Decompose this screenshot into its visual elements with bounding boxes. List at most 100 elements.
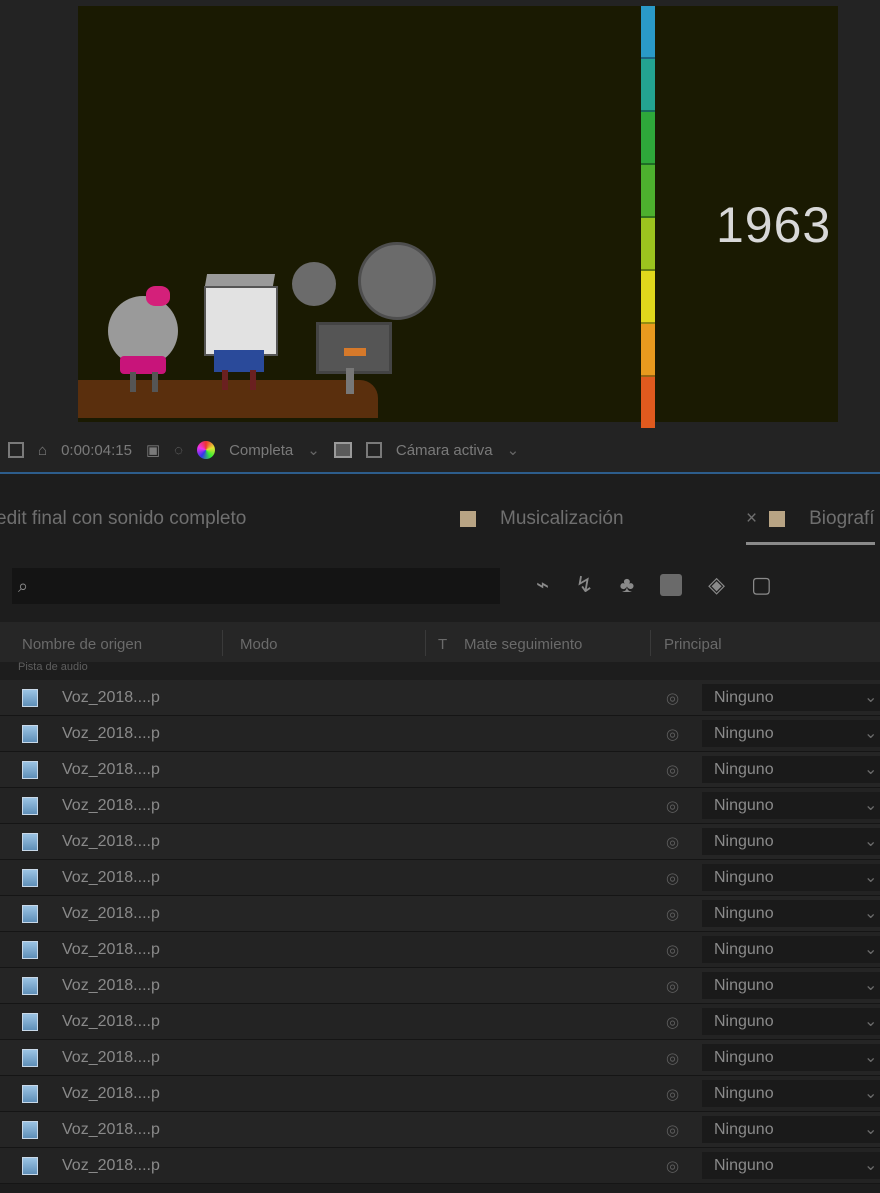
parent-pickwhip-icon[interactable]: ◎	[666, 761, 679, 779]
layer-name[interactable]: Voz_2018....p	[62, 761, 160, 779]
layer-name[interactable]: Voz_2018....p	[62, 869, 160, 887]
layer-row[interactable]: Voz_2018....p ◎ Ninguno ⌄	[0, 896, 880, 932]
column-t[interactable]: T	[438, 636, 447, 653]
active-camera-dropdown[interactable]: Cámara activa	[396, 442, 493, 459]
chevron-down-icon[interactable]: ⌄	[864, 864, 877, 891]
chevron-down-icon[interactable]: ⌄	[507, 441, 520, 459]
parent-pickwhip-icon[interactable]: ◎	[666, 1157, 679, 1175]
tab-edit-final[interactable]: edit final con sonido completo	[0, 508, 246, 530]
mask-icon[interactable]: ⌂	[38, 442, 47, 459]
parent-dropdown[interactable]: Ninguno ⌄	[702, 792, 880, 819]
layer-name[interactable]: Voz_2018....p	[62, 725, 160, 743]
parent-dropdown[interactable]: Ninguno ⌄	[702, 900, 880, 927]
close-icon[interactable]: ×	[746, 508, 757, 530]
draft-3d-icon[interactable]: ↯	[575, 572, 593, 598]
parent-dropdown[interactable]: Ninguno ⌄	[702, 1152, 880, 1179]
parent-pickwhip-icon[interactable]: ◎	[666, 1085, 679, 1103]
layer-row[interactable]: Voz_2018....p ◎ Ninguno ⌄	[0, 1040, 880, 1076]
layer-row[interactable]: Voz_2018....p ◎ Ninguno ⌄	[0, 1004, 880, 1040]
layer-name[interactable]: Voz_2018....p	[62, 1085, 160, 1103]
parent-dropdown[interactable]: Ninguno ⌄	[702, 936, 880, 963]
timecode-display[interactable]: 0:00:04:15	[61, 442, 132, 459]
graph-editor-icon[interactable]: ◈	[708, 572, 725, 598]
layer-name[interactable]: Voz_2018....p	[62, 797, 160, 815]
layer-name[interactable]: Voz_2018....p	[62, 977, 160, 995]
layer-name[interactable]: Voz_2018....p	[62, 1157, 160, 1175]
grid-icon[interactable]	[8, 442, 24, 458]
show-snapshot-icon[interactable]: ◌	[174, 442, 183, 459]
parent-pickwhip-icon[interactable]: ◎	[666, 797, 679, 815]
composition-canvas[interactable]: 1963	[78, 6, 838, 430]
layer-row[interactable]: Voz_2018....p ◎ Ninguno ⌄	[0, 680, 880, 716]
layer-icon[interactable]: ▢	[751, 572, 772, 598]
parent-pickwhip-icon[interactable]: ◎	[666, 725, 679, 743]
parent-pickwhip-icon[interactable]: ◎	[666, 833, 679, 851]
chevron-down-icon[interactable]: ⌄	[864, 756, 877, 783]
motion-blur-icon[interactable]	[660, 574, 683, 596]
layer-name[interactable]: Voz_2018....p	[62, 905, 160, 923]
chevron-down-icon[interactable]: ⌄	[864, 1008, 877, 1035]
chevron-down-icon[interactable]: ⌄	[864, 900, 877, 927]
layer-name[interactable]: Voz_2018....p	[62, 1121, 160, 1139]
parent-dropdown[interactable]: Ninguno ⌄	[702, 972, 880, 999]
layer-row[interactable]: Voz_2018....p ◎ Ninguno ⌄	[0, 824, 880, 860]
layer-row[interactable]: Voz_2018....p ◎ Ninguno ⌄	[0, 1076, 880, 1112]
layer-row[interactable]: Voz_2018....p ◎ Ninguno ⌄	[0, 1148, 880, 1184]
resolution-dropdown[interactable]: Completa	[229, 442, 293, 459]
parent-pickwhip-icon[interactable]: ◎	[666, 1013, 679, 1031]
parent-pickwhip-icon[interactable]: ◎	[666, 977, 679, 995]
parent-pickwhip-icon[interactable]: ◎	[666, 941, 679, 959]
shy-layers-icon[interactable]: ⌁	[536, 572, 549, 598]
parent-pickwhip-icon[interactable]: ◎	[666, 689, 679, 707]
layer-row[interactable]: Voz_2018....p ◎ Ninguno ⌄	[0, 968, 880, 1004]
chevron-down-icon[interactable]: ⌄	[864, 972, 877, 999]
layer-row[interactable]: Voz_2018....p ◎ Ninguno ⌄	[0, 1112, 880, 1148]
composition-viewer[interactable]: 1963	[0, 0, 880, 430]
search-input[interactable]: ⌕	[12, 568, 500, 604]
layer-row[interactable]: Voz_2018....p ◎ Ninguno ⌄	[0, 932, 880, 968]
parent-pickwhip-icon[interactable]: ◎	[666, 1049, 679, 1067]
parent-dropdown[interactable]: Ninguno ⌄	[702, 720, 880, 747]
chevron-down-icon[interactable]: ⌄	[864, 936, 877, 963]
layer-name[interactable]: Voz_2018....p	[62, 833, 160, 851]
parent-dropdown[interactable]: Ninguno ⌄	[702, 1080, 880, 1107]
column-parent[interactable]: Principal	[664, 636, 722, 653]
region-of-interest-icon[interactable]	[333, 442, 352, 458]
chevron-down-icon[interactable]: ⌄	[864, 720, 877, 747]
column-track-mate[interactable]: Mate seguimiento	[464, 636, 582, 653]
frame-blending-icon[interactable]: ♣	[620, 572, 634, 598]
layer-name[interactable]: Voz_2018....p	[62, 1049, 160, 1067]
chevron-down-icon[interactable]: ⌄	[307, 441, 320, 459]
chevron-down-icon[interactable]: ⌄	[864, 684, 877, 711]
chevron-down-icon[interactable]: ⌄	[864, 792, 877, 819]
tab-biografia[interactable]: × Biografí	[746, 508, 875, 545]
chevron-down-icon[interactable]: ⌄	[864, 828, 877, 855]
parent-pickwhip-icon[interactable]: ◎	[666, 1121, 679, 1139]
parent-dropdown[interactable]: Ninguno ⌄	[702, 1044, 880, 1071]
chevron-down-icon[interactable]: ⌄	[864, 1116, 877, 1143]
parent-dropdown[interactable]: Ninguno ⌄	[702, 828, 880, 855]
layer-row[interactable]: Voz_2018....p ◎ Ninguno ⌄	[0, 752, 880, 788]
layer-name[interactable]: Voz_2018....p	[62, 941, 160, 959]
layer-row[interactable]: Voz_2018....p ◎ Ninguno ⌄	[0, 788, 880, 824]
layer-row[interactable]: Voz_2018....p ◎ Ninguno ⌄	[0, 716, 880, 752]
column-mode[interactable]: Modo	[240, 636, 278, 653]
parent-dropdown[interactable]: Ninguno ⌄	[702, 1116, 880, 1143]
transparency-grid-icon[interactable]	[365, 442, 382, 458]
parent-pickwhip-icon[interactable]: ◎	[666, 869, 679, 887]
snapshot-camera-icon[interactable]: ▣	[146, 441, 160, 459]
chevron-down-icon[interactable]: ⌄	[864, 1080, 877, 1107]
tab-musicalizacion[interactable]: Musicalización	[460, 508, 624, 530]
parent-dropdown[interactable]: Ninguno ⌄	[702, 864, 880, 891]
layer-row[interactable]: Voz_2018....p ◎ Ninguno ⌄	[0, 860, 880, 896]
layer-name[interactable]: Voz_2018....p	[62, 689, 160, 707]
chevron-down-icon[interactable]: ⌄	[864, 1044, 877, 1071]
column-source-name[interactable]: Nombre de origen	[22, 636, 142, 653]
parent-dropdown[interactable]: Ninguno ⌄	[702, 1008, 880, 1035]
parent-dropdown[interactable]: Ninguno ⌄	[702, 684, 880, 711]
parent-pickwhip-icon[interactable]: ◎	[666, 905, 679, 923]
color-channel-icon[interactable]	[197, 441, 216, 459]
parent-dropdown[interactable]: Ninguno ⌄	[702, 756, 880, 783]
layer-name[interactable]: Voz_2018....p	[62, 1013, 160, 1031]
chevron-down-icon[interactable]: ⌄	[864, 1152, 877, 1179]
